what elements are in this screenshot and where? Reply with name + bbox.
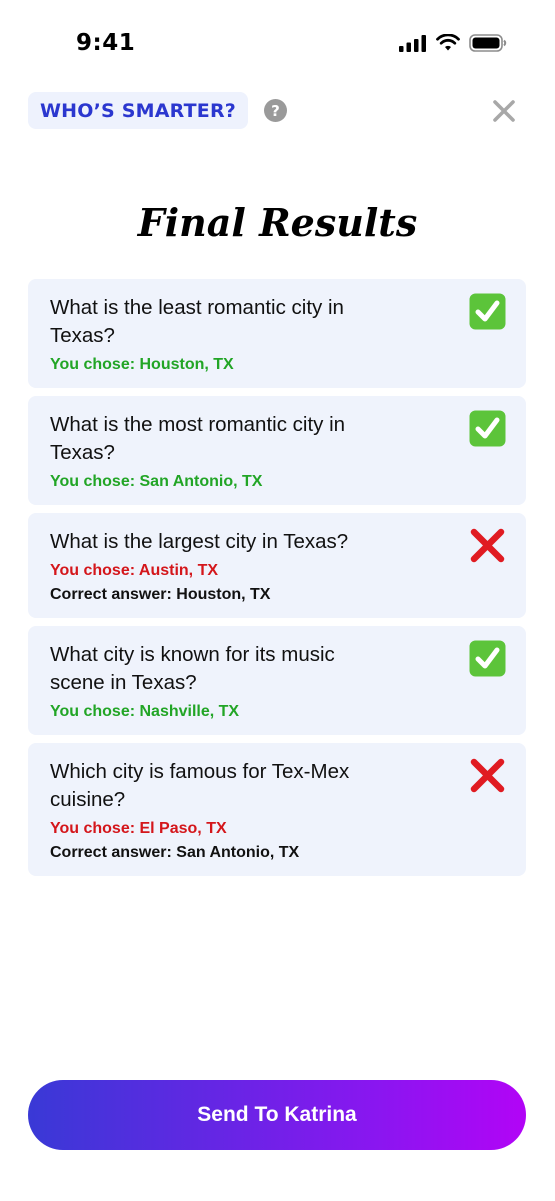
close-icon[interactable] [491,98,517,124]
result-card: What is the least romantic city in Texas… [28,279,526,388]
check-mark-icon [469,410,506,447]
page-title: Final Results [137,200,418,245]
cross-mark-icon [470,758,505,793]
chosen-answer: You chose: Austin, TX [50,562,219,579]
result-card: Which city is famous for Tex-Mex cuisine… [28,743,526,876]
question-text: What city is known for its music scene i… [50,643,335,694]
question-text: What is the least romantic city in Texas… [50,296,344,347]
brand-badge: WHO’S SMARTER? [28,92,248,129]
status-time: 9:41 [76,30,136,56]
question-text: What is the most romantic city in Texas? [50,413,346,464]
chosen-answer: You chose: San Antonio, TX [50,473,263,490]
question-text: What is the largest city in Texas? [50,530,349,553]
cross-mark-icon [470,528,505,563]
chosen-answer: You chose: Nashville, TX [50,703,240,720]
wifi-icon [436,34,460,51]
battery-icon [469,34,507,52]
chosen-answer: You chose: Houston, TX [50,356,234,373]
result-card: What is the most romantic city in Texas?… [28,396,526,505]
result-card: What city is known for its music scene i… [28,626,526,735]
header: WHO’S SMARTER? ? [28,92,527,130]
chosen-answer: You chose: El Paso, TX [50,820,227,837]
correct-answer: Correct answer: Houston, TX [50,586,271,603]
status-bar: 9:41 [0,0,555,90]
status-icons [399,34,507,52]
cellular-signal-icon [399,34,426,52]
check-mark-icon [469,293,506,330]
result-card: What is the largest city in Texas? You c… [28,513,526,618]
check-mark-icon [469,640,506,677]
question-text: Which city is famous for Tex-Mex cuisine… [50,760,350,811]
send-to-button[interactable]: Send To Katrina [28,1080,526,1150]
results-list: What is the least romantic city in Texas… [28,279,526,884]
help-icon[interactable]: ? [264,99,287,122]
correct-answer: Correct answer: San Antonio, TX [50,844,300,861]
brand-title: WHO’S SMARTER? [40,99,236,122]
